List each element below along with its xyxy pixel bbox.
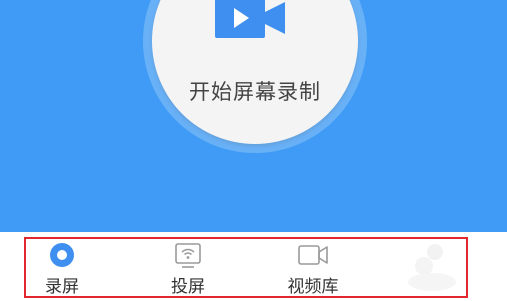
start-recording-button[interactable]: 开始屏幕录制 (152, 0, 358, 144)
app-screen: 开始屏幕录制 录屏 投屏 视频库 (0, 0, 507, 301)
tab-video-library[interactable]: 视频库 (273, 238, 353, 298)
record-dot-icon (50, 243, 74, 267)
tab-more-faded[interactable] (400, 238, 460, 298)
faded-user-icon (408, 244, 456, 291)
hero-panel: 开始屏幕录制 (0, 0, 507, 232)
tab-cast[interactable]: 投屏 (148, 238, 228, 298)
tab-cast-label: 投屏 (171, 277, 205, 297)
cast-screen-icon (175, 243, 201, 268)
tab-record[interactable]: 录屏 (22, 238, 102, 298)
video-camera-icon (215, 0, 285, 38)
start-recording-label: 开始屏幕录制 (189, 80, 321, 104)
tab-video-library-label: 视频库 (287, 277, 339, 297)
tab-record-label: 录屏 (45, 277, 79, 297)
video-library-icon (298, 245, 328, 265)
